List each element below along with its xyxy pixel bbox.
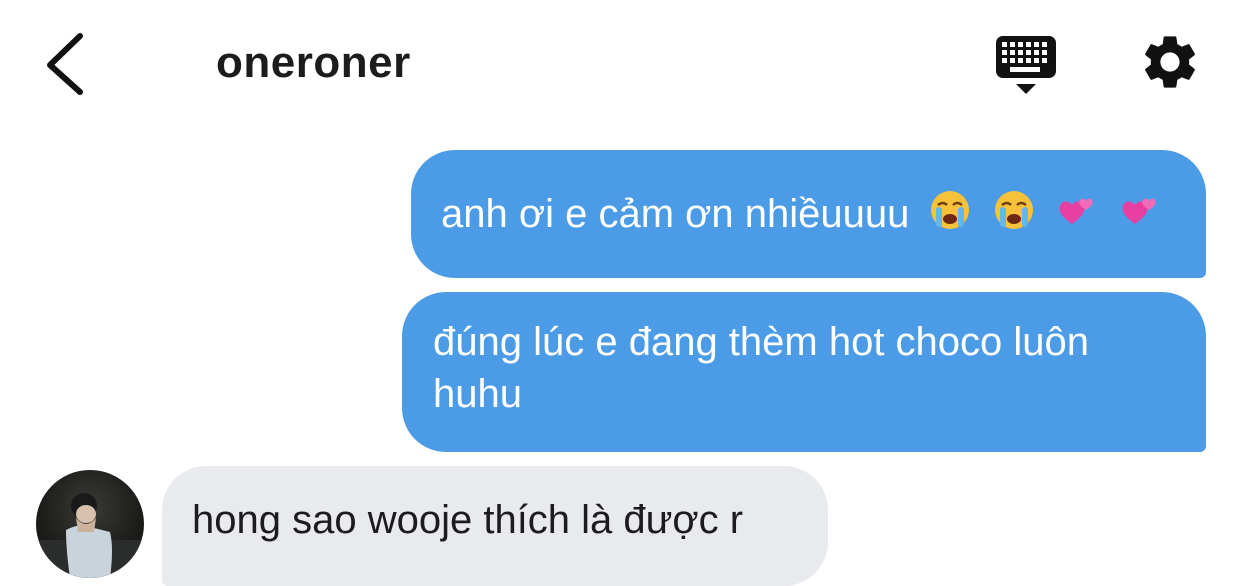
- back-button[interactable]: [40, 30, 100, 100]
- keyboard-icon: [996, 36, 1056, 94]
- keyboard-button[interactable]: [992, 34, 1060, 98]
- avatar[interactable]: [36, 470, 144, 578]
- two-hearts-icon: [1118, 188, 1162, 245]
- outgoing-message[interactable]: đúng lúc e đang thèm hot choco luôn huhu: [402, 292, 1206, 452]
- message-text: đúng lúc e đang thèm hot choco luôn huhu: [433, 320, 1090, 416]
- chat-title: oneroner: [216, 38, 411, 87]
- loudly-crying-face-icon: [992, 188, 1036, 245]
- settings-button[interactable]: [1138, 30, 1202, 94]
- message-text: hong sao wooje thích là được r: [192, 498, 744, 542]
- incoming-message[interactable]: hong sao wooje thích là được r: [162, 466, 828, 586]
- gear-icon: [1145, 36, 1195, 88]
- chevron-left-icon: [47, 33, 83, 95]
- outgoing-message[interactable]: anh ơi e cảm ơn nhiềuuuu: [411, 150, 1206, 278]
- chat-header: oneroner: [0, 0, 1242, 130]
- two-hearts-icon: [1055, 188, 1099, 245]
- message-text: anh ơi e cảm ơn nhiềuuuu: [441, 192, 910, 237]
- avatar-photo: [36, 493, 144, 578]
- loudly-crying-face-icon: [928, 188, 972, 245]
